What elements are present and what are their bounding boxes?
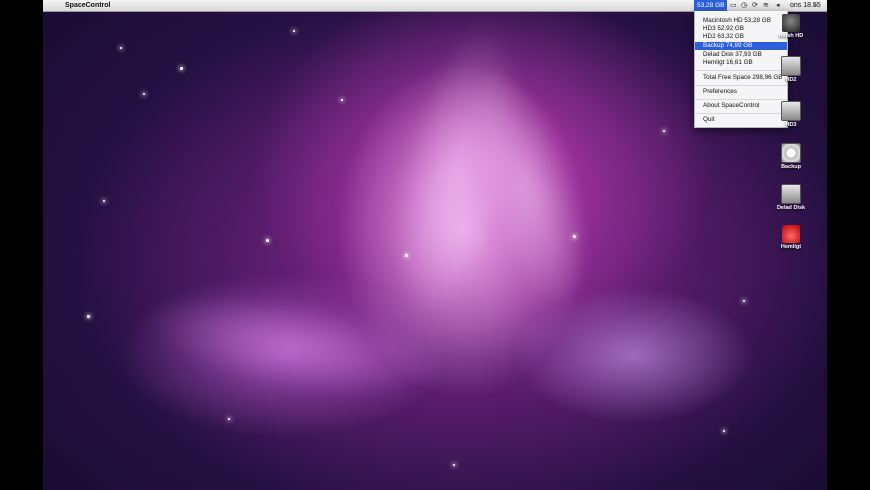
spacecontrol-status-item[interactable]: 53,28 GB (694, 0, 728, 11)
star (180, 67, 183, 70)
star (663, 130, 665, 132)
display-icon[interactable]: ▭ (730, 2, 737, 9)
menu-separator (695, 85, 787, 86)
star (573, 235, 576, 238)
drive-icon (781, 56, 801, 76)
star (87, 315, 90, 318)
wallpaper-beam (137, 274, 449, 416)
star (103, 200, 105, 202)
star (341, 99, 343, 101)
desktop-icon-hd2[interactable]: HD2 (761, 56, 821, 83)
desktop-icon-label: Backup (781, 164, 801, 170)
spotlight-icon[interactable]: ⌕ (813, 0, 817, 11)
sync-icon[interactable]: ⟳ (752, 2, 758, 9)
star (228, 418, 230, 420)
drive-icon (781, 101, 801, 121)
volume-icon[interactable]: ◂ (776, 2, 780, 9)
desktop-screen: SpaceControl 53,28 GB ▭ ◷ ⟳ ≋ ◂ ons 18.5… (43, 0, 827, 490)
star (723, 430, 725, 432)
star (743, 300, 745, 302)
desktop-icon-delad-disk[interactable]: Delad Disk (761, 184, 821, 211)
star (405, 254, 408, 257)
desktop-icon-label: ntosh HD (778, 33, 804, 39)
desktop-icon-hemligt[interactable]: Hemligt (761, 225, 821, 250)
desktop-icon-backup[interactable]: Backup (761, 143, 821, 170)
lock-icon (782, 225, 800, 243)
time-machine-icon (781, 143, 801, 163)
menu-separator (695, 99, 787, 100)
hard-drive-icon (782, 14, 800, 32)
desktop-icon-label: Hemligt (780, 244, 802, 250)
desktop-icon-label: HD2 (785, 77, 797, 83)
shared-disk-icon (781, 184, 801, 204)
desktop-icon-label: HD3 (785, 122, 797, 128)
wifi-icon[interactable]: ≋ (763, 2, 769, 9)
star (120, 47, 122, 49)
desktop-icon-hd3[interactable]: HD3 (761, 101, 821, 128)
time-machine-icon[interactable]: ◷ (741, 2, 747, 9)
star (143, 93, 145, 95)
star (293, 30, 295, 32)
desktop-icon-label: Delad Disk (776, 205, 806, 211)
menu-item-disk-selected[interactable]: Backup 74,89 GB (695, 42, 787, 50)
star (266, 239, 269, 242)
desktop-icon-macintosh-hd[interactable]: ntosh HD (761, 14, 821, 39)
app-name-menu[interactable]: SpaceControl (65, 0, 111, 11)
star (453, 464, 455, 466)
menu-item-preferences[interactable]: Preferences (695, 88, 787, 96)
